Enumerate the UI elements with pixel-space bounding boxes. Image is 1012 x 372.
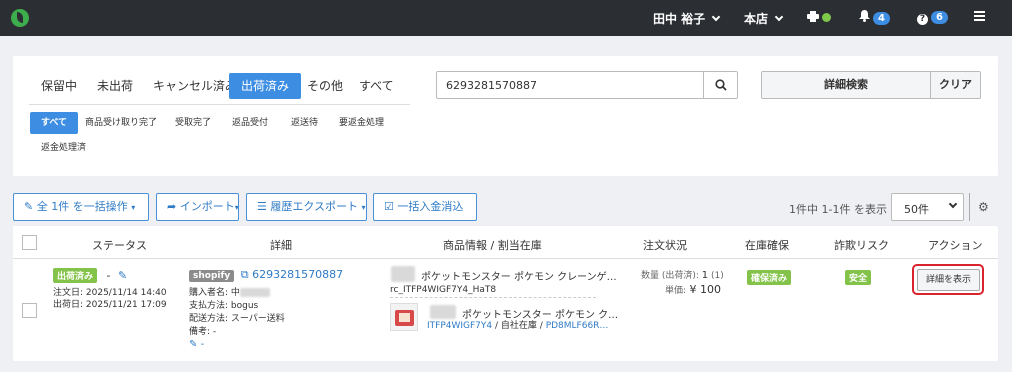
delivery-method: 配送方法: スーパー送料 <box>189 314 285 324</box>
subtab-pickup-done[interactable]: 受取完了 <box>164 112 222 134</box>
view-detail-button[interactable]: 詳細を表示 <box>917 269 980 291</box>
import-button[interactable]: ➦ インポート▾ <box>156 193 239 221</box>
col-action: アクション <box>928 239 983 252</box>
chevron-down-icon <box>948 199 958 209</box>
notifications[interactable]: 4 <box>859 10 890 26</box>
store-menu[interactable]: 本店 <box>744 10 784 27</box>
per-page-select[interactable]: 50件 <box>891 193 964 221</box>
product-divider <box>390 297 596 298</box>
pencil-icon[interactable]: ✎ <box>118 269 127 282</box>
detail-cell: shopify ⧉ 6293281570887 <box>189 268 343 282</box>
tab-shipped[interactable]: 出荷済み <box>229 73 302 99</box>
notifications-count: 4 <box>873 12 890 25</box>
help-count: 6 <box>931 11 948 24</box>
paging-info: 1件中 1-1件 を表示 <box>789 203 887 216</box>
caret-down-icon: ▾ <box>131 203 136 212</box>
product2-name[interactable]: ポケットモンスター ポケモン ク… <box>462 306 618 321</box>
redacted-text <box>239 288 270 297</box>
product2-thumbnail <box>390 303 418 331</box>
pencil-icon: ✎ <box>189 339 198 350</box>
subtab-return-waiting[interactable]: 返送待 <box>280 112 329 134</box>
list-icon: ☰ <box>257 200 267 213</box>
bulk-action-button[interactable]: ✎ 全 1件 を一括操作 ▾ <box>13 193 149 221</box>
col-fraud: 詐欺リスク <box>834 239 889 252</box>
search-icon <box>715 79 727 91</box>
status-cell: 出荷済み - ✎ <box>53 268 127 283</box>
col-stock: 在庫確保 <box>745 239 789 252</box>
share-arrow-icon: ➦ <box>167 200 177 213</box>
chevron-down-icon <box>711 12 721 22</box>
fraud-badge: 安全 <box>845 270 872 285</box>
ship-date: 出荷日: 2025/11/21 17:09 <box>53 300 167 310</box>
search-input[interactable]: 6293281570887 <box>436 71 704 99</box>
caret-down-icon: ▾ <box>361 203 366 212</box>
printer-icon <box>807 11 819 22</box>
detail-search-button[interactable]: 詳細検索 <box>761 71 931 99</box>
col-detail: 詳細 <box>270 239 292 252</box>
product-image <box>391 266 415 282</box>
tab-all[interactable]: すべて <box>347 73 406 99</box>
note: 備考: - <box>189 327 217 337</box>
export-history-button[interactable]: ☰ 履歴エクスポート ▾ <box>246 193 367 221</box>
external-link-icon[interactable]: ⧉ <box>241 268 249 281</box>
store-name: 本店 <box>744 12 769 26</box>
question-icon: ? <box>917 14 928 25</box>
toolbar-divider <box>969 193 970 221</box>
printer-online-dot <box>822 13 831 22</box>
unit-price: 単価: ¥ 100 <box>665 283 722 296</box>
product2-sku-link[interactable]: ITFP4WIGF7Y4 <box>427 321 492 331</box>
edit-icon: ✎ <box>24 200 34 213</box>
user-menu[interactable]: 田中 裕子 <box>653 10 721 27</box>
subtab-received-done[interactable]: 商品受け取り完了 <box>74 112 168 134</box>
help[interactable]: ? 6 <box>917 10 948 25</box>
col-product: 商品情報 / 割当在庫 <box>443 239 542 252</box>
search-button[interactable] <box>703 71 738 99</box>
subtab-return-accepted[interactable]: 返品受付 <box>221 112 279 134</box>
chevron-down-icon <box>774 12 784 22</box>
subtab-all[interactable]: すべて <box>30 112 79 134</box>
gear-icon[interactable]: ⚙ <box>978 200 989 214</box>
search-input-value: 6293281570887 <box>446 79 537 92</box>
product1-name[interactable]: ポケットモンスター ポケモン クレーンゲ… <box>421 268 617 283</box>
tab-unshipped[interactable]: 未出荷 <box>85 73 145 99</box>
clear-button[interactable]: クリア <box>930 71 981 99</box>
status-badge: 出荷済み <box>53 268 98 283</box>
user-name: 田中 裕子 <box>653 12 706 26</box>
product1-sku: rc_ITFP4WIGF7Y4_HaT8 <box>390 285 497 295</box>
shop-badge: shopify <box>189 270 235 282</box>
note-edit[interactable]: ✎ - <box>189 339 204 350</box>
redacted-text <box>430 305 456 319</box>
select-all-checkbox[interactable] <box>22 235 37 250</box>
checkbox-icon: ☑ <box>384 200 394 213</box>
printer-status[interactable] <box>807 11 831 25</box>
col-status: ステータス <box>92 239 147 252</box>
bell-icon <box>859 10 870 22</box>
tabs-divider <box>29 104 410 105</box>
row-checkbox[interactable] <box>22 303 37 318</box>
col-order-status: 注文状況 <box>643 239 687 252</box>
stock-badge: 確保済み <box>747 270 792 285</box>
subtab-refund-needed[interactable]: 要返金処理 <box>328 112 395 134</box>
payment-method: 支払方法: bogus <box>189 301 259 311</box>
buyer-name: 購入者名: 中 <box>189 287 270 299</box>
tab-other[interactable]: その他 <box>295 73 355 99</box>
bulk-payment-button[interactable]: ☑ 一括入金消込 <box>373 193 477 221</box>
caret-down-icon: ▾ <box>234 203 239 212</box>
order-number-link[interactable]: 6293281570887 <box>252 268 343 281</box>
tab-hold[interactable]: 保留中 <box>29 73 89 99</box>
quantity: 数量 (出荷済): 1 (1) <box>641 270 724 281</box>
status-dash: - <box>106 269 111 282</box>
product2-stock-info: ITFP4WIGF7Y4 / 自社在庫 / PD8MLF66R… <box>427 321 609 331</box>
header-divider <box>13 258 998 259</box>
hamburger-menu-icon[interactable] <box>974 11 985 21</box>
app-logo-icon[interactable] <box>11 9 29 27</box>
product2-location-link[interactable]: PD8MLF66R… <box>546 321 609 331</box>
subtab-refunded[interactable]: 返金処理済 <box>30 137 97 159</box>
order-date: 注文日: 2025/11/14 14:40 <box>53 288 167 298</box>
top-navbar: 田中 裕子 本店 4 ? 6 <box>0 0 1012 36</box>
